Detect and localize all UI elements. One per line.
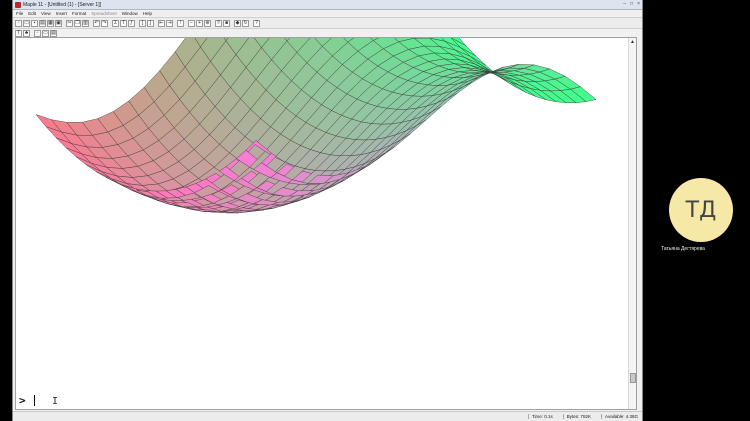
ibeam-cursor-icon: I [52,396,59,407]
print-preview-icon[interactable]: ▦ [47,19,54,27]
execute-icon[interactable]: ! [177,19,184,27]
scroll-thumb[interactable] [630,373,636,383]
scroll-up-icon[interactable]: ▲ [630,39,635,45]
cut-icon[interactable]: ✂ [66,19,73,27]
main-toolbar: ▫ ▭ ▪ ▤ ▦ ▣ ✂ ❐ ▥ ↶ ↷ Σ T ƒ [ ] ⇤ ⇥ ! − … [13,17,642,28]
text-cursor [34,395,35,406]
menu-spreadsheet[interactable]: Spreadsheet [91,11,117,16]
window-controls: – □ × [623,1,640,7]
participant-avatar: ТД [669,178,733,242]
stop-icon[interactable]: ■ [223,19,230,27]
text-mode-icon[interactable]: T [15,30,22,37]
menu-edit[interactable]: Edit [28,11,36,16]
menu-window[interactable]: Window [122,11,138,16]
zoom-out-icon[interactable]: − [188,19,195,27]
vertical-scrollbar[interactable]: ▲ [628,38,636,409]
window-title: Maple 11 - [Untitled (1) - [Server 1]] [23,1,101,8]
title-bar: Maple 11 - [Untitled (1) - [Server 1]] –… [13,0,642,10]
participant-name: Татьяна Дегтярева [661,246,705,252]
plot-settings-icon[interactable]: ▤ [50,30,57,37]
zoom-icon[interactable]: ⊕ [204,19,211,27]
menu-bar: File Edit View Insert Format Spreadsheet… [13,10,642,17]
maximize-button[interactable]: □ [630,1,633,7]
menu-insert[interactable]: Insert [56,11,67,16]
close-button[interactable]: × [637,1,640,7]
undo-icon[interactable]: ↶ [93,19,100,27]
indent-right-icon[interactable]: ⇥ [166,19,173,27]
zoom-in-icon[interactable]: + [196,19,203,27]
status-bytes: Bytes: 782K [562,414,591,419]
print-icon[interactable]: ▤ [39,19,46,27]
redo-icon[interactable]: ↷ [101,19,108,27]
plot-tool-icon[interactable]: ▫ [34,30,41,37]
execution-group-icon[interactable]: [ [139,19,146,27]
plot-options-icon[interactable]: ▭ [42,30,49,37]
restart-icon[interactable]: ↻ [242,19,249,27]
maple-app-icon [15,1,21,8]
status-time: Time: 0.1s [527,414,553,419]
math-mode-icon[interactable]: ♣ [23,30,30,37]
help-icon[interactable]: ? [253,19,260,27]
avatar-initials: ТД [685,197,717,223]
menu-help[interactable]: Help [143,11,152,16]
math-icon[interactable]: ƒ [128,19,135,27]
minimize-button[interactable]: – [623,1,626,7]
command-prompt: > [19,394,26,407]
surface-plot[interactable] [16,38,628,411]
menu-file[interactable]: File [16,11,23,16]
text-icon[interactable]: T [120,19,127,27]
maple-window: Maple 11 - [Untitled (1) - [Server 1]] –… [12,0,643,421]
section-icon[interactable]: ] [147,19,154,27]
new-icon[interactable]: ▫ [15,19,22,27]
open-icon[interactable]: ▭ [23,19,30,27]
menu-format[interactable]: Format [72,11,86,16]
execute-all-icon[interactable]: ‼ [215,19,222,27]
paste-icon[interactable]: ▥ [82,19,89,27]
export-icon[interactable]: ▣ [55,19,62,27]
sum-icon[interactable]: Σ [112,19,119,27]
status-bar: Time: 0.1s Bytes: 782K Available: 4.38G [13,411,642,421]
save-icon[interactable]: ▪ [31,19,38,27]
worksheet-area[interactable]: > I ▲ [15,37,637,410]
indent-left-icon[interactable]: ⇤ [158,19,165,27]
menu-view[interactable]: View [41,11,51,16]
copy-icon[interactable]: ❐ [74,19,81,27]
status-available: Available: 4.38G [601,414,638,419]
debug-icon[interactable]: ◆ [234,19,241,27]
